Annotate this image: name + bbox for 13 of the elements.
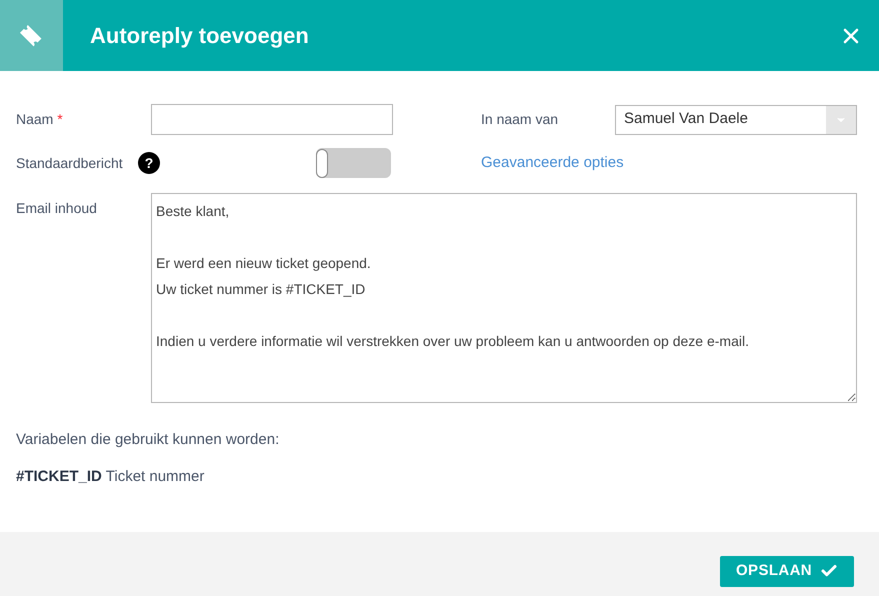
help-icon[interactable]: ?: [138, 152, 160, 174]
on-behalf-label: In naam van: [481, 110, 560, 129]
name-input-field[interactable]: [151, 104, 393, 135]
name-label: Naam *: [16, 110, 64, 129]
email-content-field[interactable]: Beste klant, Er werd een nieuw ticket geopend. Uw ticket nummer is #TICKET_ID Indien u verdere informatie wil verstrekken over uw probleem kan u antwoorden op deze e-mail.: [151, 193, 857, 403]
variables-heading: Variabelen die gebruikt kunnen worden:: [16, 430, 280, 450]
default-toggle[interactable]: [316, 148, 391, 178]
sender-select[interactable]: Samuel Van Daele: [615, 104, 857, 134]
dialog-title: Autoreply toevoegen: [90, 22, 309, 50]
email-content-label: Email inhoud: [16, 199, 98, 218]
ticket-icon: [18, 22, 44, 48]
default-message-label: Standaardbericht: [16, 154, 124, 172]
variable-description: #TICKET_ID Ticket nummer: [16, 466, 206, 486]
